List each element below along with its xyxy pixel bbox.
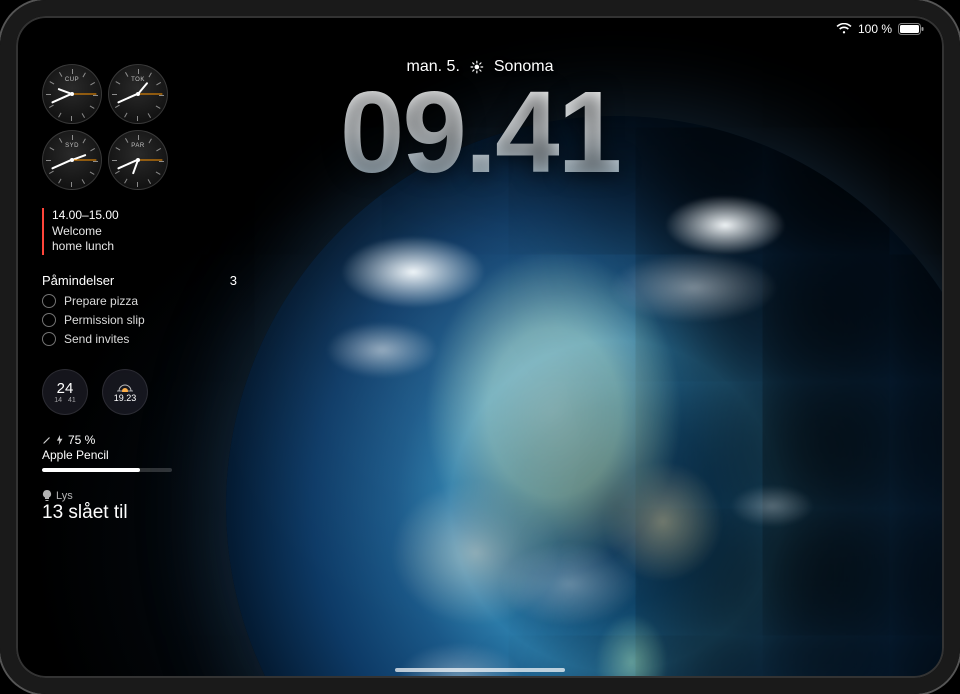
home-lights-label: Lys [56,490,73,502]
wifi-icon [836,23,852,35]
reminder-checkbox[interactable] [42,332,56,346]
calendar-event-title-line: Welcome [52,224,102,238]
world-clock-city: SYD [43,143,101,149]
world-clock-face: CUP [42,64,102,124]
reminder-checkbox[interactable] [42,313,56,327]
reminder-label: Permission slip [64,313,145,327]
lock-screen-header: man. 5. Sonoma 09.41 [340,58,620,184]
lightbulb-icon [42,490,52,502]
reminders-count: 3 [230,273,237,288]
reminder-label: Prepare pizza [64,294,138,308]
world-clock-city: PAR [109,143,167,149]
battery-icon [898,23,924,35]
home-indicator[interactable] [395,668,565,672]
sunset-widget[interactable]: 19.23 [102,369,148,415]
pencil-battery-widget[interactable]: 75 % Apple Pencil [42,433,237,472]
world-clock-face: TOK [108,64,168,124]
pencil-percent: 75 % [68,433,95,447]
home-lights-widget[interactable]: Lys 13 slået til [42,490,237,524]
world-clock-city: CUP [43,77,101,83]
world-clock-face: PAR [108,130,168,190]
sunset-time: 19.23 [114,393,137,403]
wallpaper-earth [226,116,944,678]
weather-widget[interactable]: 24 14 41 [42,369,88,415]
reminder-item[interactable]: Prepare pizza [42,294,237,308]
reminder-label: Send invites [64,332,129,346]
weather-high: 41 [68,397,76,404]
pencil-battery-bar [42,468,172,472]
reminders-title: Påmindelser [42,273,114,288]
weather-temp: 24 [57,380,74,397]
calendar-event-title: Welcome home lunch [52,224,237,255]
pencil-icon [42,435,52,445]
pencil-name: Apple Pencil [42,448,237,462]
calendar-event-title-line: home lunch [52,239,114,253]
reminder-item[interactable]: Send invites [42,332,237,346]
reminder-checkbox[interactable] [42,294,56,308]
home-lights-value: 13 slået til [42,502,237,524]
reminders-widget[interactable]: Påmindelser 3 Prepare pizza Permission sl… [42,273,237,351]
reminder-item[interactable]: Permission slip [42,313,237,327]
calendar-widget[interactable]: 14.00–15.00 Welcome home lunch [42,208,237,255]
battery-percent-label: 100 % [858,22,892,36]
sunset-icon [115,380,135,392]
world-clock-city: TOK [109,77,167,83]
status-bar: 100 % [836,22,924,36]
lock-time: 09.41 [340,80,620,184]
world-clock-widget[interactable]: CUP TOK SYD PAR [42,64,168,190]
charging-icon [56,435,64,445]
weather-low: 14 [54,397,62,404]
calendar-event-time: 14.00–15.00 [52,208,237,224]
world-clock-face: SYD [42,130,102,190]
